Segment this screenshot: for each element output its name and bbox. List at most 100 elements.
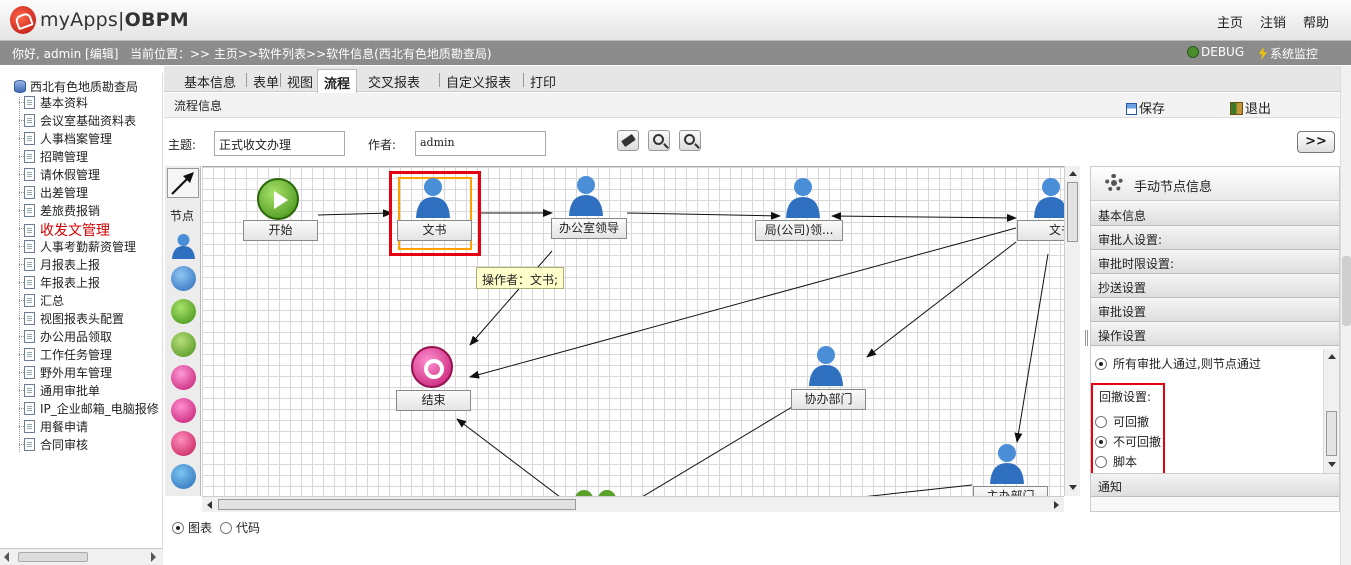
panel-section[interactable]: 抄送设置: [1091, 275, 1339, 298]
expand-panel-button[interactable]: >>: [1297, 131, 1335, 153]
tree-item[interactable]: 出差管理: [18, 184, 88, 202]
tree-item[interactable]: IP_企业邮箱_电脑报修: [19, 400, 159, 418]
tree-item[interactable]: 请休假管理: [18, 166, 100, 184]
scroll-thumb[interactable]: [1342, 256, 1351, 326]
clerk-node-icon[interactable]: [413, 176, 453, 220]
assist-dept-node-icon[interactable]: [806, 344, 846, 388]
clerk2-node-icon[interactable]: [1031, 176, 1064, 220]
tree-item[interactable]: 合同审核: [18, 436, 88, 454]
node-clerk[interactable]: 文书: [397, 220, 472, 241]
subflow-node-tool-icon[interactable]: [171, 464, 196, 489]
author-input[interactable]: admin: [415, 131, 546, 156]
tree-item[interactable]: 人事档案管理: [18, 130, 112, 148]
tree-root[interactable]: 西北有色地质勘查局: [14, 78, 138, 95]
debug-link[interactable]: DEBUG: [1187, 45, 1244, 59]
scroll-thumb[interactable]: [18, 552, 88, 562]
tree-horizontal-scrollbar[interactable]: [0, 548, 163, 565]
monitor-link[interactable]: 系统监控: [1258, 45, 1318, 62]
tab-0[interactable]: 基本信息: [178, 69, 242, 91]
tree-item[interactable]: 人事考勤薪资管理: [18, 238, 136, 256]
scroll-down-arrow-icon[interactable]: [1069, 485, 1077, 490]
canvas-horizontal-scrollbar[interactable]: [202, 496, 1064, 512]
panel-vertical-scrollbar[interactable]: [1323, 349, 1339, 473]
abort-node-tool-icon[interactable]: [171, 431, 196, 456]
tree-item[interactable]: 会议室基础资料表: [18, 112, 136, 130]
section-notify[interactable]: 通知: [1091, 474, 1339, 497]
zoom-in-button[interactable]: [648, 130, 670, 151]
scroll-up-arrow-icon[interactable]: [1069, 171, 1077, 176]
canvas-vertical-scrollbar[interactable]: [1064, 166, 1080, 496]
tree-item[interactable]: 基本资料: [18, 94, 88, 112]
page-vertical-scrollbar[interactable]: [1340, 66, 1351, 565]
manual-node-tool-icon[interactable]: [170, 232, 197, 259]
scroll-thumb[interactable]: [218, 499, 576, 510]
subject-input[interactable]: 正式收文办理: [214, 131, 345, 156]
tree-item[interactable]: 年报表上报: [18, 274, 100, 292]
start-node-tool-icon[interactable]: [171, 299, 196, 324]
view-mode-option[interactable]: 图表: [172, 521, 212, 535]
tree-item[interactable]: 通用审批单: [18, 382, 100, 400]
tree-item[interactable]: 汇总: [18, 292, 64, 310]
document-icon: [24, 420, 35, 433]
scroll-right-arrow-icon[interactable]: [1054, 501, 1059, 509]
flow-canvas[interactable]: 开始 文书 办公室领导 局(公司)领... 文书 结束 协办部门 主办部门 操作…: [202, 166, 1064, 496]
scroll-down-arrow-icon[interactable]: [1328, 462, 1336, 467]
zoom-out-button[interactable]: [679, 130, 701, 151]
tab-2[interactable]: 视图: [281, 69, 319, 91]
scroll-left-arrow-icon[interactable]: [207, 501, 212, 509]
end-node-icon[interactable]: [411, 346, 453, 388]
pointer-tool-icon[interactable]: [167, 168, 199, 198]
clear-button[interactable]: [617, 130, 639, 151]
scroll-left-arrow-icon[interactable]: [4, 552, 9, 562]
tree-item[interactable]: 月报表上报: [18, 256, 100, 274]
home-link[interactable]: 主页: [1217, 12, 1243, 31]
node-office-leader[interactable]: 办公室领导: [551, 218, 627, 239]
tree-item[interactable]: 招聘管理: [18, 148, 88, 166]
help-link[interactable]: 帮助: [1303, 12, 1329, 31]
terminate-node-tool-icon[interactable]: [171, 365, 196, 390]
scroll-thumb[interactable]: [1067, 182, 1078, 242]
save-button[interactable]: 保存: [1126, 98, 1165, 117]
tree-item[interactable]: 办公用品领取: [18, 328, 112, 346]
document-icon: [24, 312, 35, 325]
scroll-thumb[interactable]: [1326, 411, 1337, 456]
tab-4[interactable]: 交叉报表: [362, 69, 426, 91]
tree-item[interactable]: 工作任务管理: [18, 346, 112, 364]
scroll-right-arrow-icon[interactable]: [151, 552, 156, 562]
end-node-tool-icon[interactable]: [171, 398, 196, 423]
start-node-icon[interactable]: [257, 178, 299, 220]
tree-item[interactable]: 差旅费报销: [18, 202, 100, 220]
node-assist-dept[interactable]: 协办部门: [791, 389, 866, 410]
node-main-dept[interactable]: 主办部门: [973, 486, 1048, 496]
tree-item[interactable]: 用餐申请: [18, 418, 88, 436]
panel-section[interactable]: 基本信息: [1091, 203, 1339, 226]
tab-5[interactable]: 自定义报表: [440, 69, 517, 91]
panel-section[interactable]: 审批时限设置:: [1091, 251, 1339, 274]
node-end[interactable]: 结束: [396, 390, 471, 411]
timer-node-tool-icon[interactable]: [171, 332, 196, 357]
tab-6[interactable]: 打印: [524, 69, 562, 91]
partial-node-icon[interactable]: [574, 489, 618, 496]
main-dept-node-icon[interactable]: [987, 442, 1027, 486]
pass-rule-option[interactable]: 所有审批人通过,则节点通过: [1095, 355, 1261, 372]
tree-item[interactable]: 视图报表头配置: [18, 310, 124, 328]
panel-section[interactable]: 操作设置: [1091, 323, 1339, 346]
node-bureau-leader[interactable]: 局(公司)领...: [755, 220, 843, 241]
logout-link[interactable]: 注销: [1260, 12, 1286, 31]
suspend-node-tool-icon[interactable]: [171, 266, 196, 291]
tree-item[interactable]: 野外用车管理: [18, 364, 112, 382]
scroll-up-arrow-icon[interactable]: [1328, 354, 1336, 359]
tab-3[interactable]: 流程: [317, 69, 358, 93]
exit-button[interactable]: 退出: [1230, 98, 1271, 117]
node-start[interactable]: 开始: [243, 220, 318, 241]
bureau-leader-node-icon[interactable]: [783, 176, 823, 220]
office-leader-node-icon[interactable]: [566, 174, 606, 218]
panel-section[interactable]: 审批人设置:: [1091, 227, 1339, 250]
user-greeting[interactable]: 你好, admin [编辑]: [12, 45, 118, 62]
node-clerk2[interactable]: 文书: [1017, 220, 1064, 241]
panel-section[interactable]: 审批设置: [1091, 299, 1339, 322]
splitter-handle[interactable]: [1085, 330, 1088, 346]
tree-item[interactable]: 收发文管理: [19, 220, 110, 239]
view-mode-option[interactable]: 代码: [220, 521, 260, 535]
document-icon: [24, 438, 35, 451]
